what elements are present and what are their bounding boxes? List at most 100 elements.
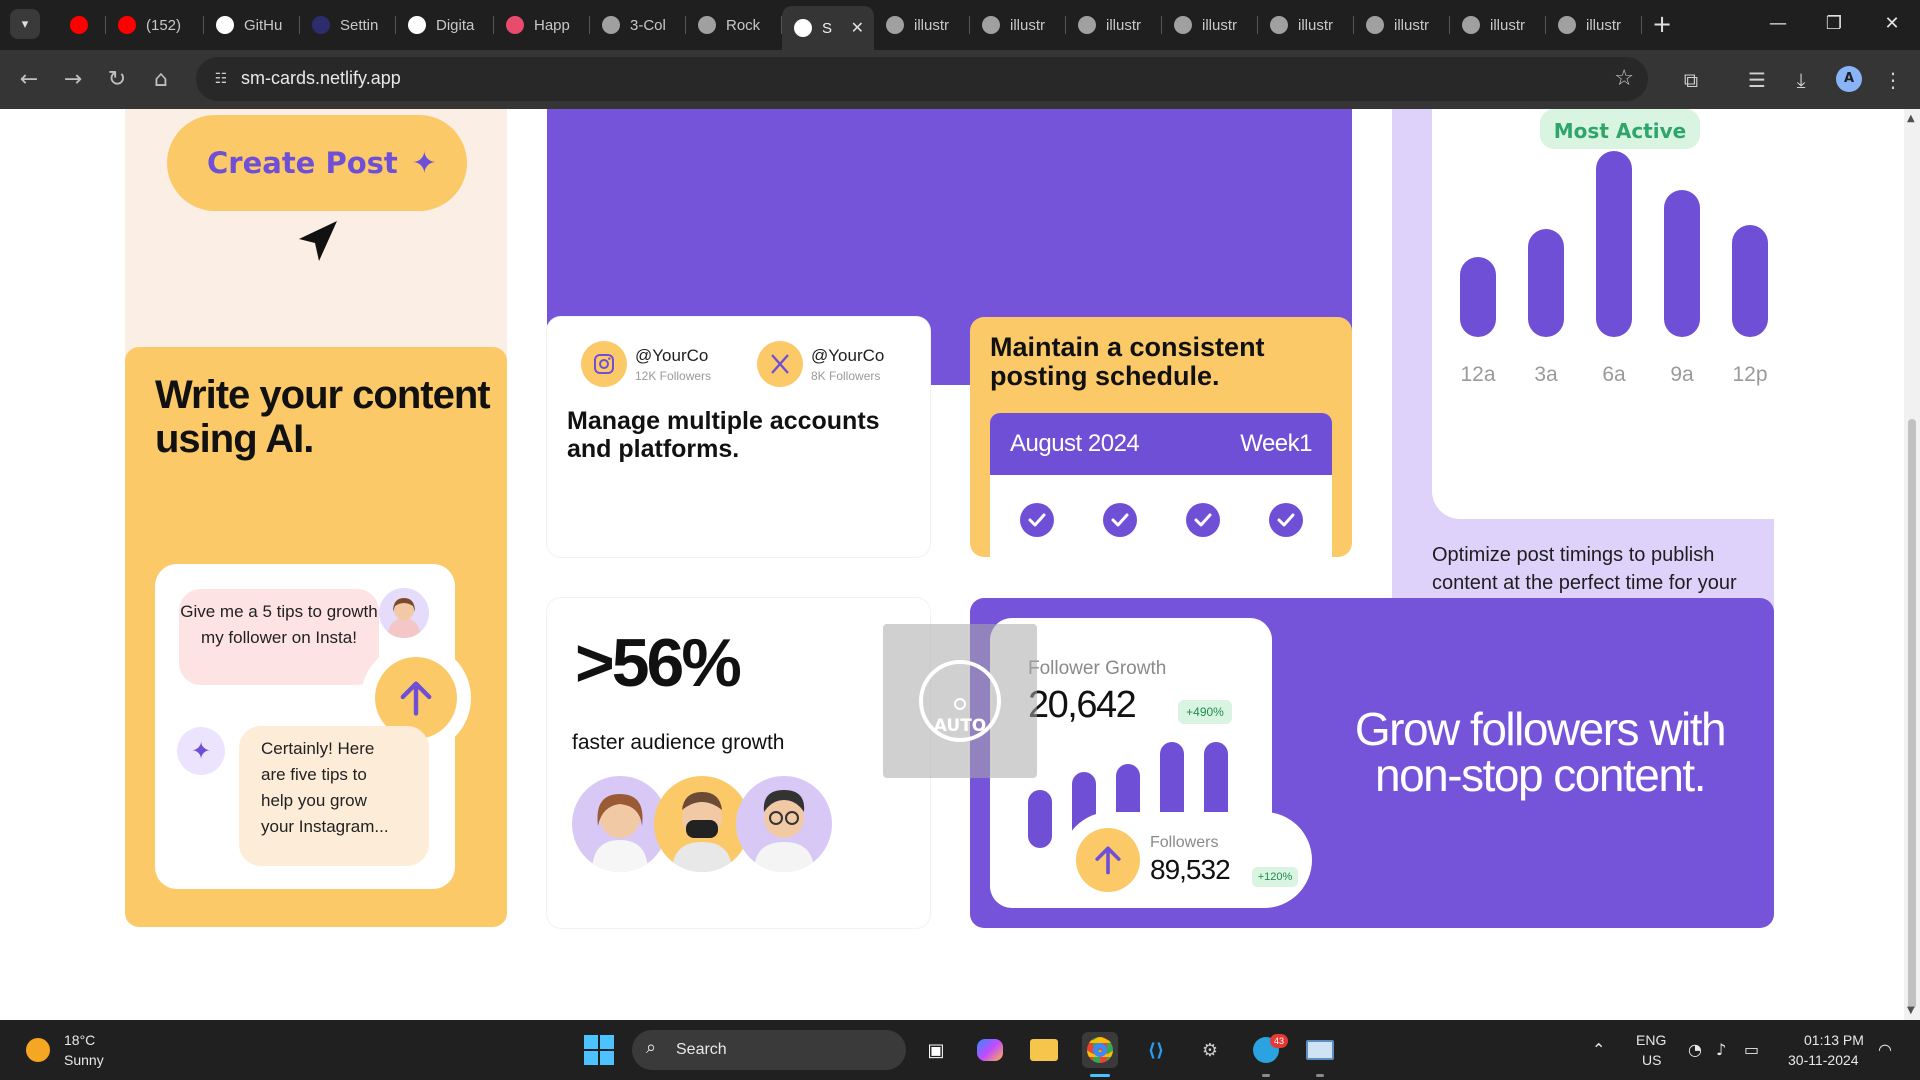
followers-label: Followers (1150, 834, 1219, 851)
check-icon (1103, 503, 1137, 537)
tab-title: GitHu (244, 16, 283, 34)
bookmark-star-icon[interactable]: ☆ (1614, 63, 1634, 95)
globe-icon (602, 16, 620, 34)
auto-scroll-overlay[interactable]: AUTO (883, 624, 1037, 778)
browser-tab[interactable]: S ✕ (782, 6, 874, 50)
language-code[interactable]: ENG (1636, 1032, 1666, 1048)
close-window-button[interactable]: ✕ (1872, 8, 1912, 40)
browser-tab[interactable]: illustr (1162, 8, 1258, 42)
restore-button[interactable]: ❐ (1814, 8, 1854, 40)
tab-title: illustr (1490, 16, 1526, 34)
url-text[interactable]: sm-cards.netlify.app (241, 68, 401, 89)
browser-tab[interactable]: illustr (970, 8, 1066, 42)
minimize-button[interactable]: — (1758, 8, 1798, 40)
weather-temperature[interactable]: 18°C (64, 1032, 95, 1048)
browser-tab[interactable]: illustr (1258, 8, 1354, 42)
downloads-icon[interactable]: ⤓ (1786, 65, 1816, 95)
back-icon[interactable]: ← (14, 65, 44, 95)
clock-date[interactable]: 30-11-2024 (1788, 1052, 1859, 1068)
browser-tab-bar: ▾ (152) GitHu Settin Digita Happ 3-Col Rock S ✕ i… (0, 0, 1920, 50)
close-tab-icon[interactable]: ✕ (851, 18, 864, 38)
grow-followers-card: Follower Growth 20,642 +490% Followers 8… (970, 598, 1774, 928)
profile-avatar[interactable]: A (1836, 66, 1862, 92)
task-view-icon[interactable]: ▣ (918, 1032, 954, 1068)
battery-icon[interactable]: ▭ (1744, 1040, 1759, 1059)
follower-growth-badge: +490% (1178, 700, 1232, 724)
ai-message-line: Certainly! Here (261, 739, 375, 758)
page-scrollbar[interactable]: ▲ ▼ (1904, 109, 1920, 1020)
browser-tab[interactable] (58, 8, 106, 42)
manage-card-title: Manage multiple accounts and platforms. (567, 407, 880, 463)
browser-tab[interactable]: 3-Col (590, 8, 686, 42)
media-controls-icon[interactable]: ☰ (1742, 65, 1772, 95)
follower-growth-label: Follower Growth (1028, 658, 1167, 679)
browser-tab[interactable]: illustr (1450, 8, 1546, 42)
tab-title: Settin (340, 16, 379, 34)
tab-search-button[interactable]: ▾ (10, 9, 40, 39)
sparkle-icon: ✦ (411, 145, 437, 181)
clock-time[interactable]: 01:13 PM (1804, 1032, 1864, 1048)
most-active-card: Most Active 12a 3a 6a 9a 12p Optimize post t… (1392, 109, 1774, 666)
browser-tab[interactable]: Happ (494, 8, 590, 42)
account-handle: @YourCo (635, 345, 709, 365)
create-post-button[interactable]: Create Post ✦ (167, 115, 467, 211)
astro-icon (312, 16, 330, 34)
check-icon (1269, 503, 1303, 537)
arrow-up-icon (1076, 828, 1140, 892)
vscode-icon[interactable]: ⟨⟩ (1138, 1032, 1174, 1068)
sun-icon[interactable] (26, 1038, 50, 1062)
activity-bar (1596, 151, 1632, 337)
wifi-icon[interactable]: ◔ (1688, 1040, 1702, 1059)
calendar-widget: August 2024 Week1 (990, 413, 1332, 557)
settings-gear-icon[interactable]: ⚙ (1192, 1032, 1228, 1068)
tab-title: illustr (1298, 16, 1334, 34)
activity-time-label: 3a (1534, 363, 1558, 386)
chevron-up-icon[interactable]: ⌃ (1592, 1040, 1605, 1059)
browser-tab[interactable]: illustr (1546, 8, 1642, 42)
globe-icon (1174, 16, 1192, 34)
notification-bell-icon[interactable]: ◠ (1878, 1040, 1892, 1059)
scroll-down-icon[interactable]: ▼ (1907, 1005, 1915, 1016)
file-explorer-icon[interactable] (1026, 1032, 1062, 1068)
taskbar-search[interactable]: ⌕ Search (632, 1030, 906, 1070)
tab-title: illustr (1394, 16, 1430, 34)
start-button[interactable] (584, 1035, 614, 1065)
check-icon (1020, 503, 1054, 537)
weather-condition[interactable]: Sunny (64, 1052, 104, 1068)
browser-tab[interactable]: Digita (396, 8, 494, 42)
browser-tab[interactable]: illustr (1066, 8, 1162, 42)
app-running-indicator (1316, 1074, 1324, 1077)
chrome-icon[interactable] (1082, 1032, 1118, 1068)
browser-tab[interactable]: illustr (874, 8, 970, 42)
copilot-icon[interactable] (972, 1032, 1008, 1068)
ai-card-title: Write your content using AI. (155, 373, 491, 461)
ai-sparkle-icon: ✦ (177, 727, 225, 775)
browser-tab[interactable]: (152) (106, 8, 204, 42)
extensions-icon[interactable]: ⧉ (1676, 65, 1706, 95)
ai-writing-card: Write your content using AI. Give me a 5… (125, 347, 507, 927)
user-chat-bubble: Give me a 5 tips to growth my follower o… (179, 589, 379, 685)
tab-title: illustr (1202, 16, 1238, 34)
browser-tab[interactable]: illustr (1354, 8, 1450, 42)
forward-icon[interactable]: → (58, 65, 88, 95)
monitor-app-icon[interactable] (1302, 1032, 1338, 1068)
reload-icon[interactable]: ↻ (102, 65, 132, 95)
browser-tab[interactable]: Rock (686, 8, 782, 42)
scroll-up-icon[interactable]: ▲ (1907, 113, 1915, 124)
new-tab-button[interactable]: + (1652, 10, 1672, 38)
region-code[interactable]: US (1642, 1052, 1661, 1068)
create-post-label: Create Post (207, 146, 398, 180)
site-info-icon[interactable]: ☷ (206, 64, 236, 94)
menu-icon[interactable]: ⋮ (1878, 65, 1908, 95)
growth-bar (1028, 790, 1052, 848)
account-followers: 8K Followers (811, 368, 881, 383)
scrollbar-thumb[interactable] (1908, 419, 1916, 1009)
browser-tab[interactable]: GitHu (204, 8, 300, 42)
tab-title: (152) (146, 16, 182, 34)
volume-icon[interactable]: ♪ (1716, 1040, 1726, 1059)
calendar-month: August 2024 (1010, 430, 1140, 457)
browser-tab[interactable]: Settin (300, 8, 396, 42)
address-bar[interactable]: ☷ sm-cards.netlify.app ☆ (196, 57, 1648, 101)
dm-icon (408, 16, 426, 34)
home-icon[interactable]: ⌂ (146, 65, 176, 95)
